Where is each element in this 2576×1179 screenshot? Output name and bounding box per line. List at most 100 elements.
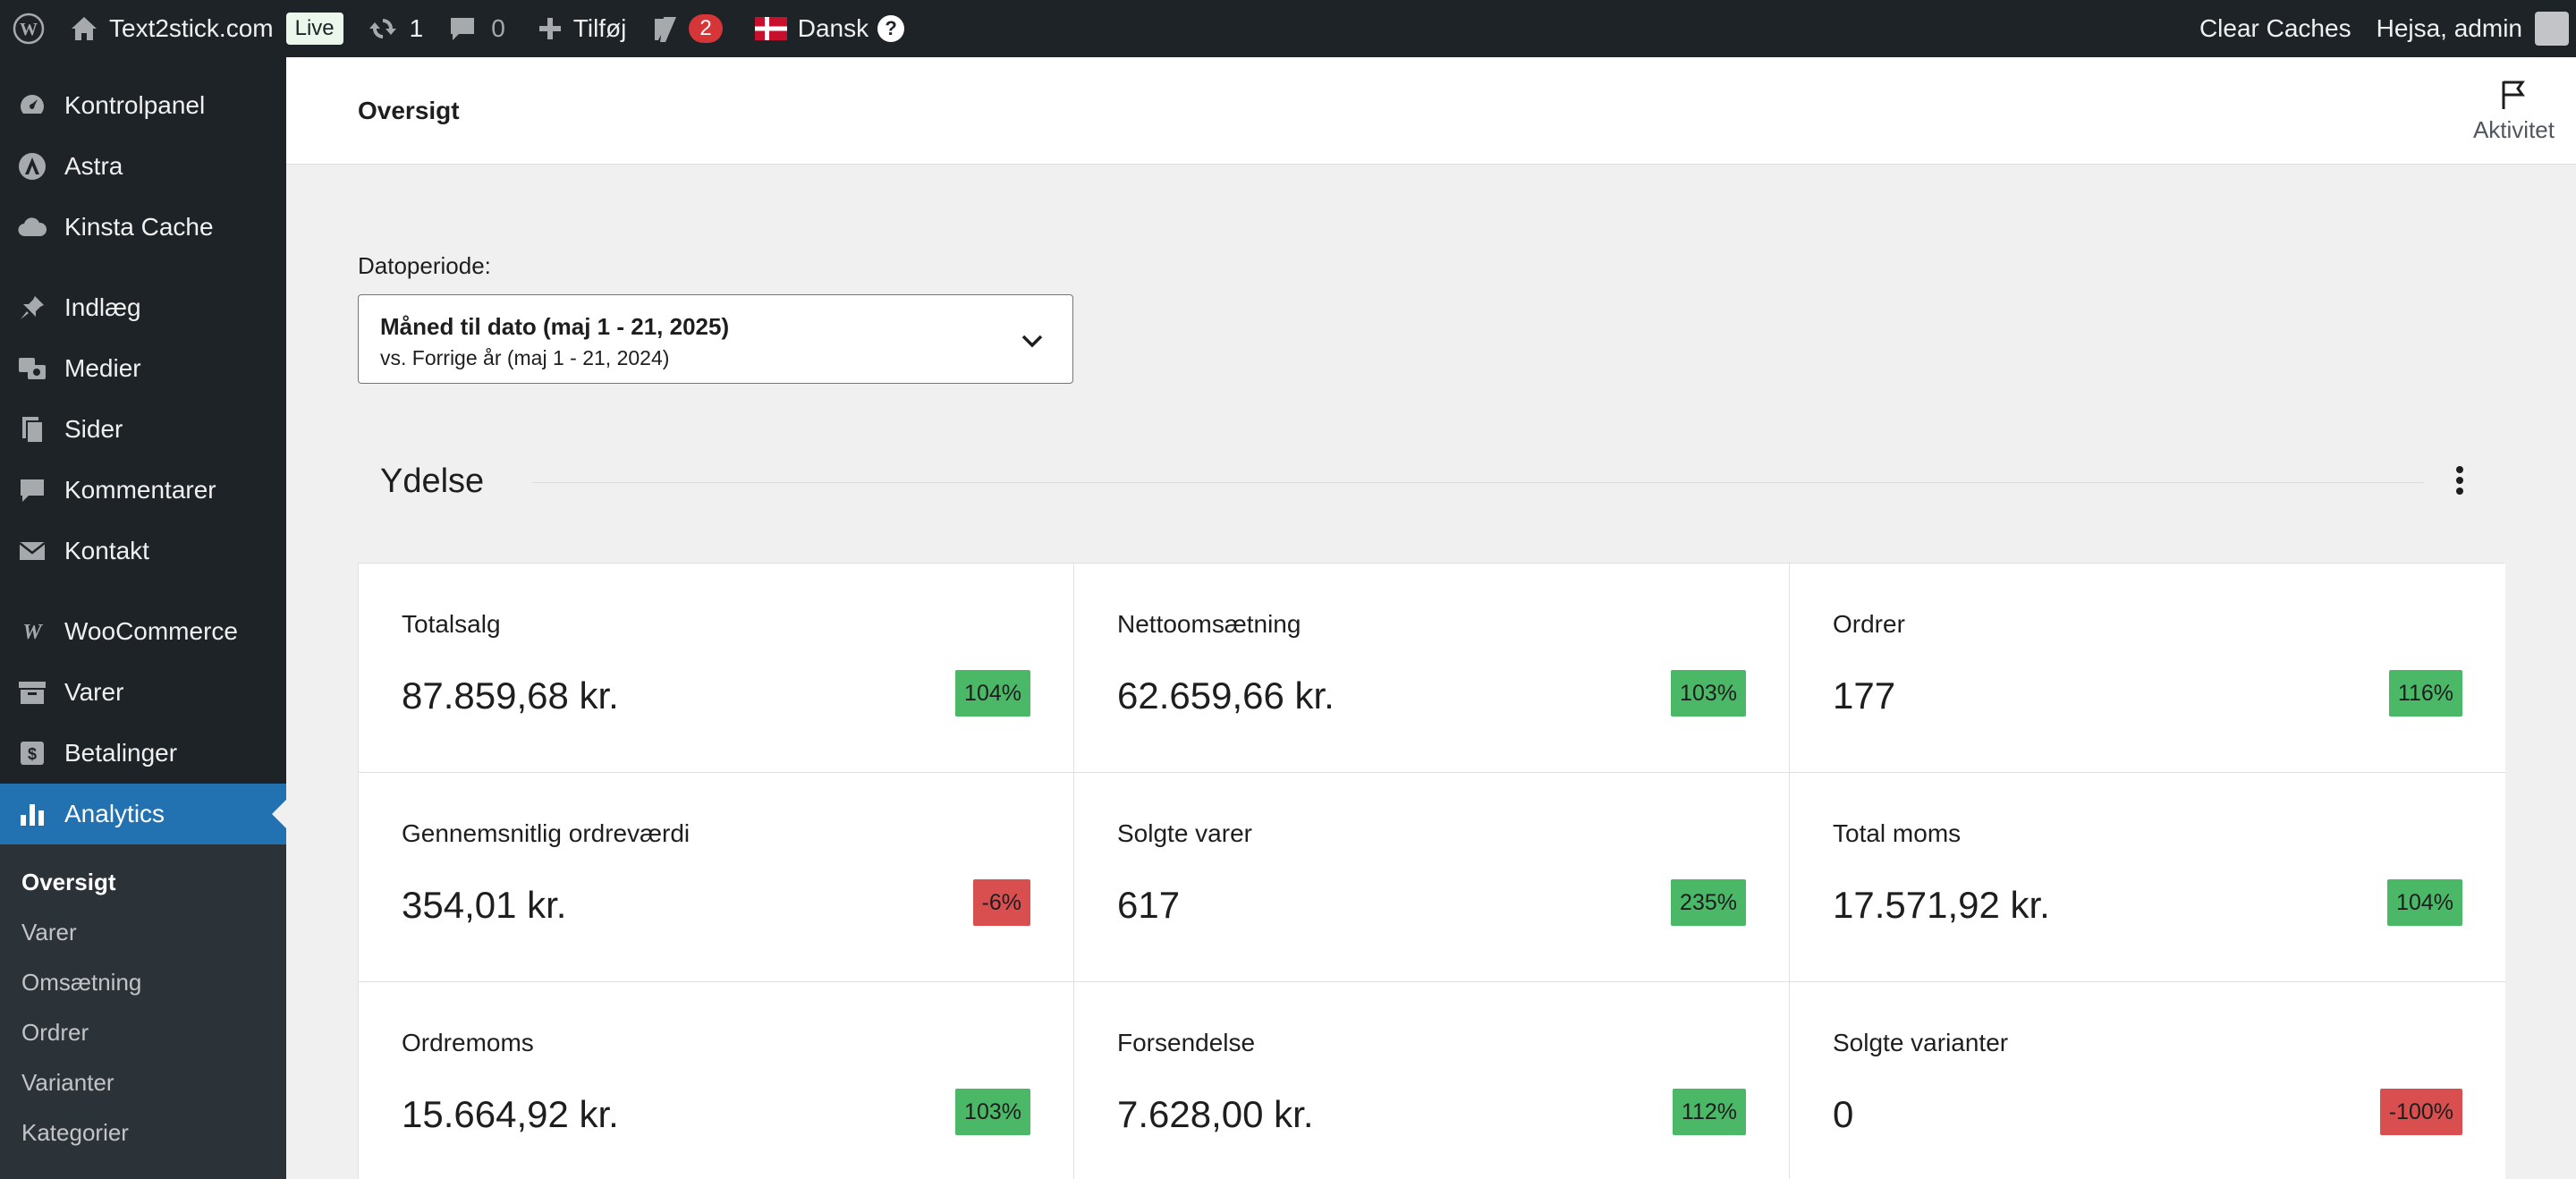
sidebar-item-label: Medier [64, 354, 141, 382]
stat-card-total-moms[interactable]: Total moms 17.571,92 kr. 104% [1790, 773, 2505, 982]
stat-delta-badge: -100% [2379, 1089, 2462, 1135]
site-name: Text2stick.com [109, 14, 274, 42]
submenu-item-ordrer[interactable]: Ordrer [0, 1007, 286, 1057]
stat-label: Nettoomsætning [1117, 610, 1301, 638]
sidebar-item-woocommerce[interactable]: W WooCommerce [0, 601, 286, 662]
sidebar-item-label: Varer [64, 678, 124, 706]
stat-delta-badge: 104% [2387, 879, 2462, 926]
stat-card-gennemsnitlig-ordrevaerdi[interactable]: Gennemsnitlig ordreværdi 354,01 kr. -6% [359, 773, 1074, 982]
activity-button[interactable]: Aktivitet [2473, 79, 2555, 144]
sidebar-item-betalinger[interactable]: $ Betalinger [0, 723, 286, 784]
stat-delta-badge: -6% [972, 879, 1030, 926]
stat-card-solgte-varer[interactable]: Solgte varer 617 235% [1074, 773, 1790, 982]
stat-value: 354,01 kr. [402, 884, 567, 926]
activity-label: Aktivitet [2472, 116, 2555, 143]
flag-icon [2502, 81, 2526, 109]
sidebar-item-medier[interactable]: Medier [0, 338, 286, 399]
comments-link[interactable]: 0 [436, 0, 518, 57]
sidebar-item-label: Astra [64, 152, 123, 180]
stat-card-solgte-varianter[interactable]: Solgte varianter 0 -100% [1790, 982, 2505, 1179]
mail-icon [16, 535, 48, 567]
pages-icon [16, 413, 48, 445]
sidebar-item-astra[interactable]: Astra [0, 136, 286, 197]
stat-card-totalsalg[interactable]: Totalsalg 87.859,68 kr. 104% [359, 564, 1074, 773]
svg-text:W: W [22, 622, 43, 641]
stat-label: Gennemsnitlig ordreværdi [402, 819, 691, 847]
sidebar-item-label: Indlæg [64, 293, 141, 321]
performance-grid: Totalsalg 87.859,68 kr. 104% Nettoomsætn… [358, 563, 2505, 1179]
seo-count: 2 [689, 14, 723, 43]
chart-bar-icon [16, 798, 48, 830]
sidebar-item-sider[interactable]: Sider [0, 399, 286, 460]
updates-count: 1 [409, 14, 424, 42]
submenu-item-varer[interactable]: Varer [0, 907, 286, 957]
archive-icon [16, 676, 48, 708]
stat-delta-badge: 235% [1671, 879, 1746, 926]
stat-card-ordremoms[interactable]: Ordremoms 15.664,92 kr. 103% [359, 982, 1074, 1179]
svg-text:$: $ [28, 745, 37, 763]
sidebar-item-label: WooCommerce [64, 617, 238, 645]
sidebar-item-kommentarer[interactable]: Kommentarer [0, 460, 286, 521]
sidebar-item-label: Kinsta Cache [64, 213, 214, 241]
stat-label: Ordremoms [402, 1029, 534, 1056]
cloud-icon [16, 211, 48, 243]
seo-link[interactable]: 2 [639, 0, 734, 57]
stat-label: Ordrer [1833, 610, 1905, 638]
sidebar-item-analytics[interactable]: Analytics [0, 784, 286, 844]
astra-icon [16, 150, 48, 182]
date-range-select[interactable]: Måned til dato (maj 1 - 21, 2025) vs. Fo… [358, 294, 1073, 384]
sidebar-item-label: Kontrolpanel [64, 91, 206, 119]
submenu-item-omsaetning[interactable]: Omsætning [0, 957, 286, 1007]
stat-label: Solgte varianter [1833, 1029, 2009, 1056]
date-range-value: Måned til dato (maj 1 - 21, 2025) [380, 313, 730, 340]
section-title: Ydelse [380, 462, 485, 500]
live-badge: Live [285, 13, 343, 45]
new-label: Tilføj [572, 14, 627, 42]
new-content-link[interactable]: Tilføj [525, 0, 640, 57]
updates-icon [369, 19, 396, 38]
sidebar-item-kontrolpanel[interactable]: Kontrolpanel [0, 75, 286, 136]
date-range-compare: vs. Forrige år (maj 1 - 21, 2024) [380, 346, 670, 369]
home-icon [72, 17, 97, 40]
section-divider [532, 482, 2424, 483]
stat-label: Forsendelse [1117, 1029, 1256, 1056]
account-menu[interactable]: Hejsa, admin [2364, 0, 2569, 57]
updates-link[interactable]: 1 [356, 0, 436, 57]
stat-delta-badge: 104% [955, 670, 1030, 717]
stat-value: 177 [1833, 674, 1896, 717]
svg-text:W: W [20, 20, 38, 39]
menu-separator [0, 581, 286, 601]
dashboard-icon [16, 89, 48, 122]
sidebar-item-kontakt[interactable]: Kontakt [0, 521, 286, 581]
stat-value: 15.664,92 kr. [402, 1093, 619, 1135]
payments-icon: $ [16, 737, 48, 769]
stat-value: 62.659,66 kr. [1117, 674, 1335, 717]
stat-value: 0 [1833, 1093, 1854, 1135]
sidebar-item-kinsta-cache[interactable]: Kinsta Cache [0, 197, 286, 258]
submenu-item-oversigt[interactable]: Oversigt [0, 857, 286, 907]
submenu-item-kategorier[interactable]: Kategorier [0, 1107, 286, 1158]
sidebar-item-label: Betalinger [64, 739, 178, 767]
stat-card-ordrer[interactable]: Ordrer 177 116% [1790, 564, 2505, 773]
admin-sidebar: Kontrolpanel Astra Kinsta Cache Indlæg M… [0, 57, 286, 1179]
sidebar-item-varer[interactable]: Varer [0, 662, 286, 723]
sidebar-item-indlaeg[interactable]: Indlæg [0, 277, 286, 338]
stat-card-nettoomsaetning[interactable]: Nettoomsætning 62.659,66 kr. 103% [1074, 564, 1790, 773]
comment-icon [16, 474, 48, 506]
more-options-icon[interactable] [2451, 461, 2469, 500]
stat-delta-badge: 103% [955, 1089, 1030, 1135]
stat-delta-badge: 103% [1671, 670, 1746, 717]
help-icon[interactable]: ? [877, 15, 905, 42]
submenu-item-varianter[interactable]: Varianter [0, 1057, 286, 1107]
site-name-link[interactable]: Text2stick.com Live [57, 0, 356, 57]
page-title: Oversigt [358, 97, 460, 124]
wordpress-logo-icon[interactable]: W [0, 0, 57, 57]
plus-icon [538, 18, 561, 39]
clear-caches-button[interactable]: Clear Caches [2187, 0, 2364, 57]
stat-value: 617 [1117, 884, 1181, 926]
chevron-down-icon [1021, 335, 1043, 348]
performance-section-header: Ydelse [358, 455, 2504, 505]
analytics-submenu: Oversigt Varer Omsætning Ordrer Variante… [0, 844, 286, 1179]
stat-card-forsendelse[interactable]: Forsendelse 7.628,00 kr. 112% [1074, 982, 1790, 1179]
language-switcher[interactable]: Dansk ? [742, 0, 917, 57]
